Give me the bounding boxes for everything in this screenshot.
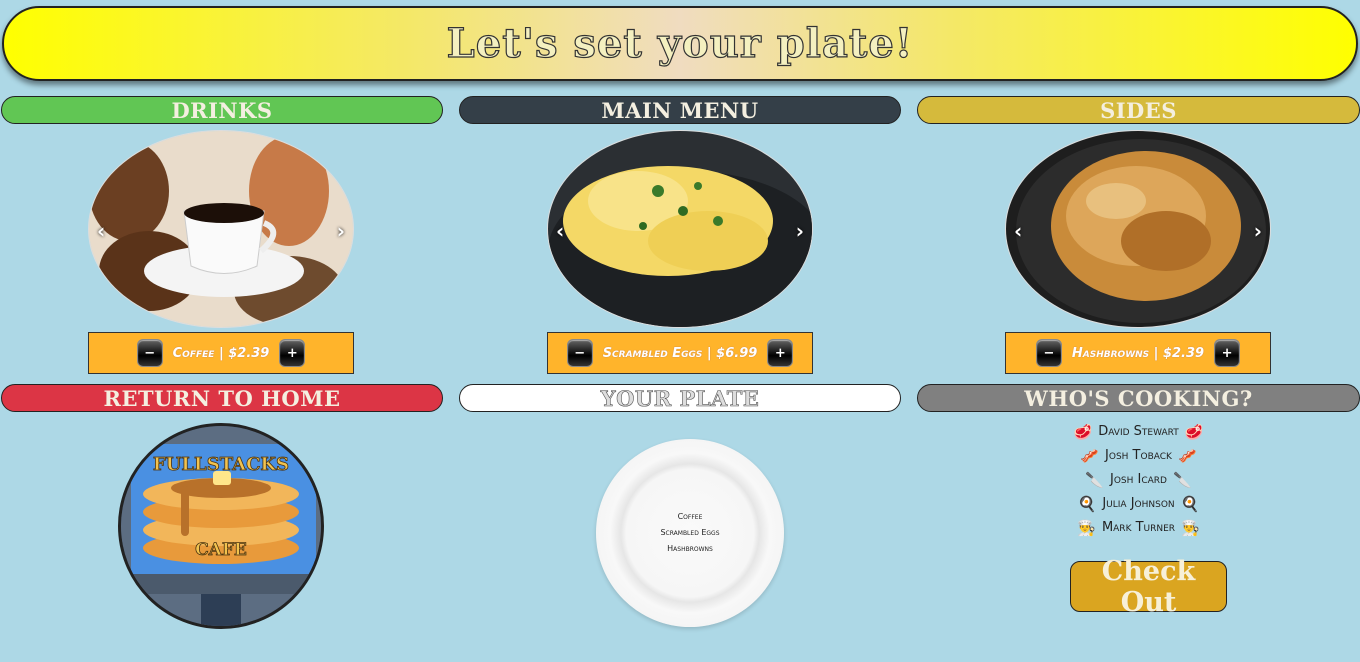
cook-item: 👨‍🍳 Mark Turner 👨‍🍳 [1077,516,1200,540]
frying-pan-icon: 🍳 [1180,495,1200,513]
cook-name: David Stewart [1098,424,1179,439]
sides-carousel: ‹ › [1005,130,1271,328]
logo-text-top: FULLSTACKS [152,454,290,476]
logo-text-bottom: CAFE [195,540,248,561]
main-item-label: Scrambled Eggs | $6.99 [602,345,758,361]
chef-icon: 👨‍🍳 [1077,519,1096,537]
scrambled-eggs-image [548,131,812,327]
drinks-next-button[interactable]: › [337,219,345,243]
frying-pan-icon: 🍳 [1077,495,1097,513]
page-banner: Let's set your plate! [2,6,1358,81]
sides-minus-button[interactable]: − [1035,339,1062,367]
coffee-image [89,131,353,327]
main-menu-header: MAIN MENU [459,96,901,124]
home-logo[interactable]: FULLSTACKS CAFE [118,423,324,629]
main-menu-carousel: ‹ › [547,130,813,328]
bacon-icon: 🥓 [1080,447,1100,465]
hashbrowns-image [1006,131,1270,327]
sides-prev-button[interactable]: ‹ [1014,219,1022,243]
drinks-prev-button[interactable]: ‹ [97,219,105,243]
checkout-button[interactable]: Check Out [1070,556,1227,618]
whos-cooking-header: WHO'S COOKING? [917,384,1360,412]
steak-icon: 🥩 [1073,423,1093,441]
cook-name: Josh Icard [1110,472,1167,487]
knife-icon: 🔪 [1085,471,1104,489]
main-next-button[interactable]: › [796,219,804,243]
main-minus-button[interactable]: − [566,339,593,367]
sides-quantity-control: − Hashbrowns | $2.39 + [1005,332,1271,374]
knife-icon: 🔪 [1173,471,1192,489]
drinks-item-label: Coffee | $2.39 [172,345,270,361]
cook-name: Josh Toback [1105,448,1172,463]
cook-name: Mark Turner [1101,520,1176,535]
main-prev-button[interactable]: ‹ [556,219,564,243]
return-home-header[interactable]: RETURN TO HOME [1,384,443,412]
drinks-carousel: ‹ › [88,130,354,328]
drinks-plus-button[interactable]: + [279,339,306,367]
sides-plus-button[interactable]: + [1214,339,1241,367]
plate-item: Hashbrowns [667,544,713,553]
drinks-quantity-control: − Coffee | $2.39 + [88,332,354,374]
sides-header: SIDES [917,96,1360,124]
plate-item: Coffee [677,512,703,521]
main-quantity-control: − Scrambled Eggs | $6.99 + [547,332,813,374]
cook-item: 🥩 David Stewart 🥩 [1074,420,1204,444]
plate-item: Scrambled Eggs [660,528,720,537]
cook-item: 🥓 Josh Toback 🥓 [1080,444,1196,468]
drinks-header: DRINKS [1,96,443,124]
cook-item: 🔪 Josh Icard 🔪 [1085,468,1191,492]
main-plus-button[interactable]: + [767,339,794,367]
chef-icon: 👨‍🍳 [1181,519,1200,537]
cooks-list: 🥩 David Stewart 🥩 🥓 Josh Toback 🥓 🔪 Josh… [907,420,1360,540]
drinks-minus-button[interactable]: − [136,339,163,367]
bacon-icon: 🥓 [1177,447,1197,465]
your-plate-header: YOUR PLATE [459,384,901,412]
cook-name: Julia Johnson [1102,496,1175,511]
sides-next-button[interactable]: › [1254,219,1262,243]
plate: Coffee Scrambled Eggs Hashbrowns [596,439,784,627]
cook-item: 🍳 Julia Johnson 🍳 [1078,492,1200,516]
page-title: Let's set your plate! [446,19,914,67]
sides-item-label: Hashbrowns | $2.39 [1071,345,1205,361]
steak-icon: 🥩 [1184,423,1204,441]
